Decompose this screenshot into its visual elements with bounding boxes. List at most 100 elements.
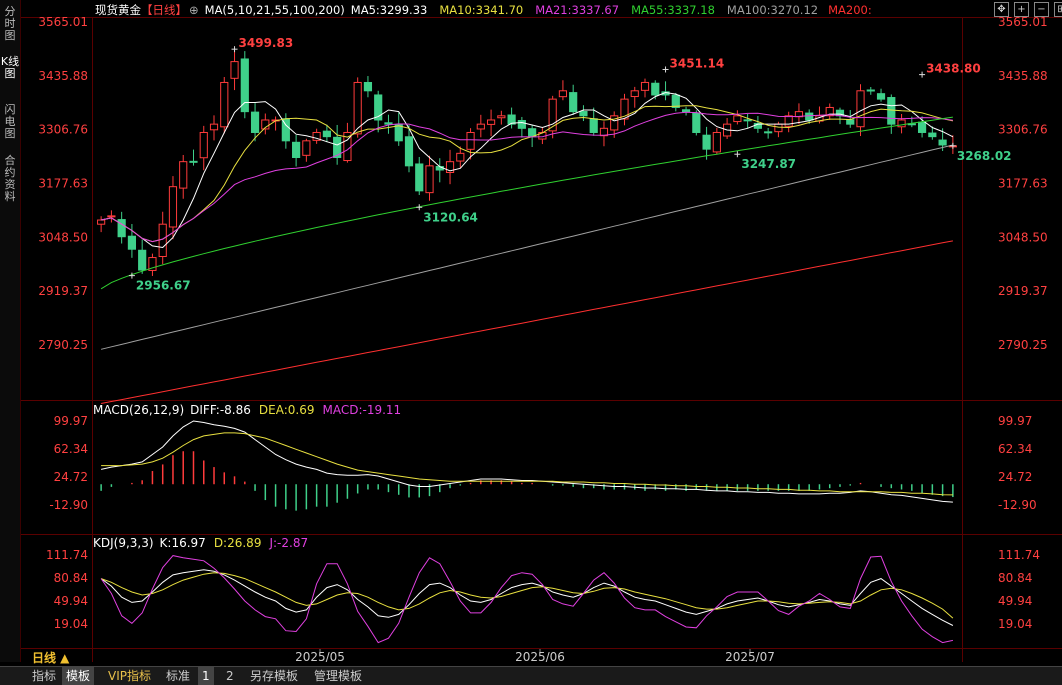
bottom-tab[interactable]: VIP指标 [104, 667, 155, 685]
macd-tick-left: -12.90 [49, 498, 88, 512]
kdj-header: KDJ(9,3,3) K:16.97 D:26.89 J:-2.87 [93, 536, 308, 550]
candle-up [179, 161, 188, 189]
y-tick-label-left: 3048.50 [38, 230, 88, 244]
bottom-tab[interactable]: 管理模板 [310, 667, 366, 685]
ma21-value: MA21:3337.67 [535, 3, 619, 17]
y-tick-label-left: 3306.76 [38, 123, 88, 137]
ma55-value: MA55:3337.18 [631, 3, 715, 17]
y-tick-label-right: 2790.25 [998, 338, 1048, 352]
candle-up [497, 115, 506, 119]
candle-down [384, 122, 393, 125]
candle-down [917, 121, 927, 133]
candle-down [938, 139, 947, 146]
sidebar-item-contract-info[interactable]: 合约资料 [0, 155, 20, 203]
candle-down [363, 81, 373, 92]
candle-up [199, 131, 208, 159]
zoom-in-icon[interactable]: + [1014, 2, 1029, 17]
candle-down [394, 124, 403, 142]
kdj-tick-right: 111.74 [998, 548, 1040, 562]
period-tag: 【日线】 [141, 3, 187, 17]
kdj-tick-left: 111.74 [46, 548, 88, 562]
candle-up [97, 219, 106, 225]
candle-up [476, 123, 485, 130]
macd-tick-left: 62.34 [54, 442, 88, 456]
y-tick-label-right: 3435.88 [998, 69, 1048, 83]
macd-tick-left: 24.72 [54, 470, 88, 484]
kdj-tick-left: 19.04 [54, 617, 88, 631]
zoom-out-icon[interactable]: − [1034, 2, 1049, 17]
bottom-tab[interactable]: 模板 [62, 667, 95, 685]
candle-up [466, 131, 475, 150]
candle-up [220, 81, 229, 128]
y-tick-label-right: 3565.01 [998, 15, 1048, 29]
ma100-value: MA100:3270.12 [727, 3, 818, 17]
y-tick-label-left: 3435.88 [38, 69, 88, 83]
candle-up [712, 131, 721, 153]
macd-tick-right: -12.90 [998, 498, 1037, 512]
candle-up [630, 90, 639, 98]
ma10-line [101, 105, 954, 243]
candle-down [517, 120, 526, 129]
ma200-line [101, 240, 953, 404]
kdj-tick-right: 19.04 [998, 617, 1032, 631]
bottom-tab[interactable]: 指标 [28, 667, 60, 685]
candle-down [189, 160, 198, 163]
macd-tick-left: 99.97 [54, 414, 88, 428]
candle-up [107, 215, 116, 218]
candle-down [692, 112, 701, 133]
sidebar-item-kline[interactable]: K线图 [0, 56, 20, 80]
ma5-value: MA5:3299.33 [351, 3, 428, 17]
candle-up [774, 123, 783, 133]
candle-down [805, 112, 814, 121]
kdj-panel: 111.74 111.74 80.84 80.84 49.94 49.94 19.04 19.… [46, 548, 1040, 644]
x-tick-label: 2025/05 [295, 650, 345, 662]
y-tick-label-left: 2919.37 [38, 284, 88, 298]
candle-down [887, 97, 896, 125]
candle-down [240, 58, 249, 113]
sidebar-item-timeshare[interactable]: 分时图 [0, 6, 20, 42]
candle-down [579, 111, 588, 117]
candle-up [733, 115, 742, 123]
candle-up [168, 186, 178, 228]
macd-macd: MACD:-19.11 [322, 403, 401, 417]
macd-diff: DIFF:-8.86 [190, 403, 251, 417]
move-icon[interactable]: ✥ [994, 2, 1009, 17]
candle-down [764, 131, 773, 134]
candle-down [928, 132, 937, 138]
ma-header: MA(5,10,21,55,100,200) [205, 3, 345, 17]
candle-down [589, 118, 598, 133]
kdj-k: K:16.97 [160, 536, 206, 550]
candle-up [558, 90, 568, 98]
period-selector[interactable]: 日线 ▲ [32, 649, 69, 666]
candle-down [569, 92, 578, 113]
bottom-tab[interactable]: 标准 [162, 667, 194, 685]
price-annotation: 3438.80 [926, 62, 981, 76]
price-annotation: 2956.67 [136, 279, 191, 293]
candle-up [209, 123, 219, 131]
sidebar-item-flash[interactable]: 闪电图 [0, 104, 20, 140]
kdj-tick-left: 49.94 [54, 594, 88, 608]
settings-icon: ⊕ [189, 3, 199, 17]
bottom-tab[interactable]: 1 [198, 667, 214, 685]
candle-down [846, 119, 855, 125]
expand-icon[interactable]: ⊞ [1054, 2, 1062, 17]
candle-down [292, 141, 301, 158]
candle-up [784, 115, 793, 127]
price-header: 现货黄金【日线】 ⊕ MA(5,10,21,55,100,200) MA5:3299.… [95, 3, 872, 17]
candle-down [866, 89, 875, 92]
kdj-tick-left: 80.84 [54, 571, 88, 585]
chart-canvas[interactable]: 3565.01 3565.01 3435.88 3435.88 3306.76 3306.… [0, 0, 1062, 662]
price-panel: 3565.01 3565.01 3435.88 3435.88 3306.76 3306.… [38, 15, 1048, 404]
candle-down [404, 136, 414, 167]
kdj-d: D:26.89 [214, 536, 262, 550]
bottom-tab[interactable]: 另存模板 [246, 667, 302, 685]
candle-down [250, 111, 260, 133]
ma55-line [100, 116, 953, 290]
bottom-tab[interactable]: 2 [222, 667, 238, 685]
candle-down [138, 249, 147, 271]
kdj-tick-right: 49.94 [998, 594, 1032, 608]
bottom-toolbar: 指标 模板 VIP指标 标准 1 2 另存模板 管理模板 [0, 666, 1062, 685]
panel-frame [20, 17, 1062, 662]
price-annotation: 3451.14 [670, 56, 725, 70]
ma5-line [101, 91, 954, 249]
